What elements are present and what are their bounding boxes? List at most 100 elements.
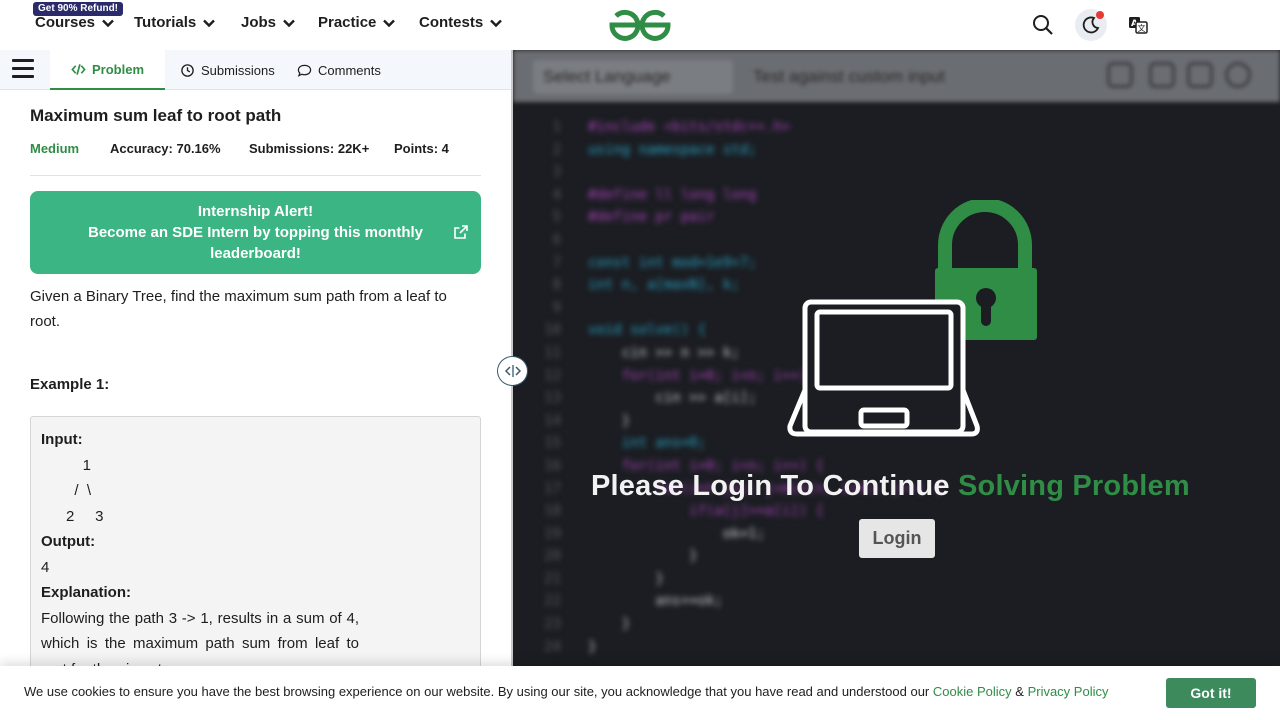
code-text: cin >> n >> k;	[588, 344, 740, 361]
cookie-banner: We use cookies to ensure you have the be…	[0, 666, 1280, 720]
tab-submissions[interactable]: Submissions	[180, 50, 275, 90]
line-number: 7	[552, 254, 561, 271]
code-line: 2 using namespace std;	[513, 139, 1280, 162]
got-it-button[interactable]: Got it!	[1166, 678, 1256, 708]
custom-input-toggle[interactable]: Test against custom input	[753, 67, 945, 87]
nav-courses[interactable]: Courses	[35, 14, 115, 31]
code-line: 21 }	[513, 568, 1280, 591]
svg-text:文: 文	[1138, 23, 1146, 33]
example-box: Input: 1 / \ 2 3 Output: 4 Explanation: …	[30, 416, 481, 686]
nav-contests-label: Contests	[419, 14, 484, 31]
alert-text: Become an SDE Intern by topping this mon…	[87, 224, 424, 262]
clock-icon	[181, 63, 194, 77]
code-text: const int mod=1e9+7;	[588, 254, 757, 271]
line-number: 10	[544, 322, 561, 339]
search-icon	[1033, 15, 1053, 35]
theme-toggle-button[interactable]	[1075, 9, 1107, 41]
code-icon	[71, 63, 86, 75]
fullscreen-icon[interactable]	[1149, 62, 1175, 88]
hamburger-line	[12, 59, 34, 62]
cookie-policy-link[interactable]: Cookie Policy	[933, 684, 1012, 699]
line-number: 21	[544, 570, 561, 587]
code-text: if(a[j]>=a[i]) {	[588, 503, 825, 520]
code-text: cin >> a[i];	[588, 390, 757, 407]
code-text: int ans=0;	[588, 435, 707, 452]
code-line: 1 #include <bits/stdc++.h>	[513, 116, 1280, 139]
nav-practice[interactable]: Practice	[318, 14, 396, 31]
login-button[interactable]: Login	[859, 519, 935, 558]
comment-icon	[297, 64, 312, 77]
cookie-text-container: We use cookies to ensure you have the be…	[24, 684, 1108, 699]
line-number: 18	[544, 503, 561, 520]
language-select[interactable]: Select Language	[533, 60, 733, 94]
cookie-amp: &	[1011, 684, 1028, 699]
reset-icon[interactable]	[1107, 62, 1133, 88]
line-number: 20	[544, 548, 561, 565]
code-text: int n, a[maxN], k;	[588, 277, 740, 294]
nav-jobs[interactable]: Jobs	[241, 14, 296, 31]
code-editor-panel: Select Language Test against custom inpu…	[513, 50, 1280, 720]
code-text: void solve() {	[588, 322, 707, 339]
login-message-text: Please Login To Continue	[591, 470, 958, 502]
tab-comments-label: Comments	[318, 62, 381, 78]
chevron-down-icon	[383, 19, 396, 27]
edit-icon[interactable]	[1187, 62, 1213, 88]
line-number: 15	[544, 435, 561, 452]
line-number: 23	[544, 616, 561, 633]
problem-description: Given a Binary Tree, find the maximum su…	[30, 288, 447, 330]
output-label: Output:	[41, 533, 96, 550]
line-number: 24	[544, 638, 561, 655]
editor-toolbar: Select Language Test against custom inpu…	[513, 50, 1280, 102]
nav-courses-label: Courses	[35, 14, 96, 31]
line-number: 17	[544, 480, 561, 497]
cookie-text: We use cookies to ensure you have the be…	[24, 684, 933, 699]
hamburger-line	[12, 75, 34, 78]
code-text: }	[588, 412, 631, 429]
output-value: 4	[41, 558, 50, 576]
code-text: }	[588, 548, 698, 565]
code-text: }	[588, 638, 597, 655]
line-number: 19	[544, 525, 561, 542]
internship-alert-banner[interactable]: Internship Alert! Become an SDE Intern b…	[30, 191, 481, 274]
explanation-label: Explanation:	[41, 584, 132, 601]
problem-title: Maximum sum leaf to root path	[30, 106, 282, 125]
line-number: 6	[552, 231, 561, 248]
resize-handle[interactable]	[497, 356, 528, 386]
resize-arrows-icon	[504, 365, 521, 377]
submissions-count: Submissions: 22K+	[249, 141, 370, 156]
search-button[interactable]	[1027, 9, 1059, 41]
privacy-policy-link[interactable]: Privacy Policy	[1028, 684, 1109, 699]
problem-tabbar: Problem Submissions Comments	[0, 50, 511, 90]
line-number: 14	[544, 412, 561, 429]
gfg-logo[interactable]	[608, 8, 672, 42]
translate-button[interactable]: A 文	[1122, 9, 1154, 41]
line-number: 4	[552, 186, 561, 203]
chevron-down-icon	[490, 19, 503, 27]
login-message-highlight: Solving Problem	[957, 470, 1190, 502]
code-text: #define pr pair	[588, 209, 715, 226]
code-text: #define ll long long	[588, 186, 757, 203]
menu-button[interactable]	[12, 59, 34, 81]
line-number: 3	[552, 164, 561, 181]
code-line: 24}	[513, 636, 1280, 659]
line-number: 16	[544, 457, 561, 474]
line-number: 9	[552, 299, 561, 316]
chevron-down-icon	[203, 19, 216, 27]
settings-icon[interactable]	[1225, 62, 1251, 88]
code-text: }	[588, 570, 664, 587]
nav-tutorials[interactable]: Tutorials	[134, 14, 216, 31]
nav-contests[interactable]: Contests	[419, 14, 503, 31]
example-heading: Example 1:	[30, 376, 110, 393]
line-number: 8	[552, 277, 561, 294]
external-link-icon	[454, 225, 468, 239]
tab-problem-label: Problem	[91, 61, 144, 77]
code-text: }	[588, 616, 631, 633]
tab-problem[interactable]: Problem	[50, 50, 165, 90]
code-line: 23 }	[513, 613, 1280, 636]
line-number: 12	[544, 367, 561, 384]
tab-comments[interactable]: Comments	[297, 50, 381, 90]
top-navbar: Get 90% Refund! Courses Tutorials Jobs P…	[0, 0, 1280, 50]
nav-tutorials-label: Tutorials	[134, 14, 197, 31]
hamburger-line	[12, 67, 34, 70]
difficulty-label: Medium	[30, 141, 80, 156]
